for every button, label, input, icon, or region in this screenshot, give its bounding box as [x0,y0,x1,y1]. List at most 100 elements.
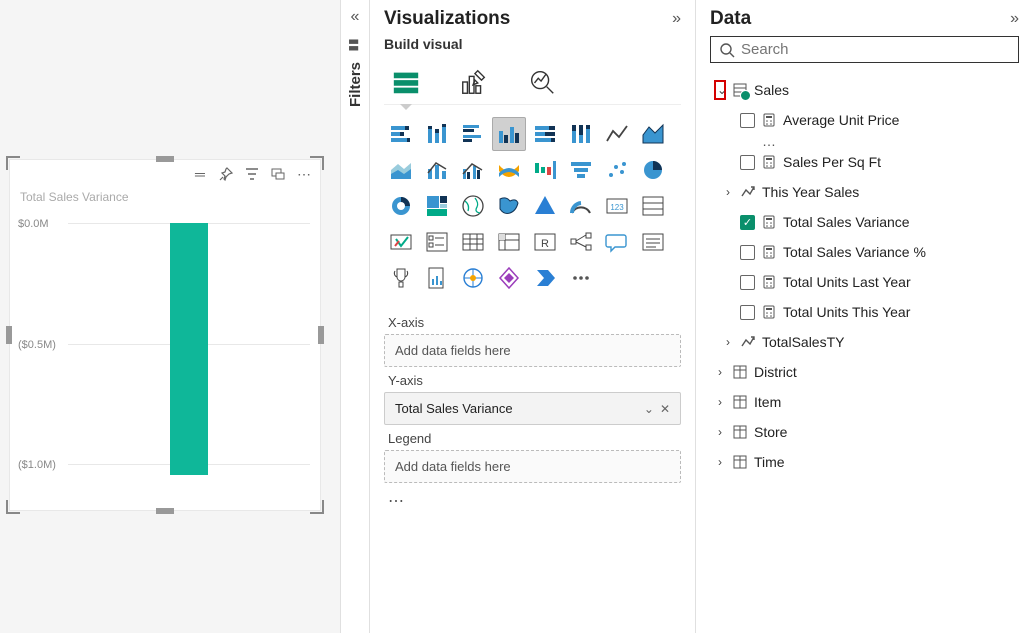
x-axis-well[interactable]: Add data fields here [384,334,681,367]
viz-arcgis[interactable] [456,261,490,295]
filter-icon[interactable] [244,166,260,182]
viz-key-influencers[interactable] [384,261,418,295]
tab-format-visual[interactable] [452,60,496,104]
field-sales-per-sqft[interactable]: Sales Per Sq Ft [710,147,1019,177]
field-total-sales-variance-pct[interactable]: Total Sales Variance % [710,237,1019,267]
expand-icon[interactable]: › [714,425,726,439]
chart-bar[interactable] [170,223,209,475]
search-box[interactable] [710,36,1019,63]
field-dropdown-icon[interactable]: ⌄ [638,402,660,416]
collapse-viz-icon[interactable]: » [672,10,681,28]
tab-build-visual[interactable] [384,60,428,104]
focus-icon[interactable] [270,166,286,182]
viz-filled-map[interactable] [492,189,526,223]
viz-qna[interactable] [600,225,634,259]
viz-clustered-bar[interactable] [456,117,490,151]
viz-donut[interactable] [384,189,418,223]
chart-visual[interactable]: ═ ⋯ Total Sales Variance $0.0M ($0.5M) (… [10,160,320,510]
viz-scatter[interactable] [600,153,634,187]
more-icon[interactable]: ⋯ [296,166,312,182]
ellipsis[interactable]: … [710,135,1019,147]
remove-field-icon[interactable]: ✕ [660,402,670,416]
checkbox[interactable] [740,245,755,260]
field-total-sales-variance[interactable]: ✓ Total Sales Variance [710,207,1019,237]
viz-r-visual[interactable]: R [528,225,562,259]
viz-line-stacked-column[interactable] [420,153,454,187]
field-total-sales-ty[interactable]: › TotalSalesTY [710,327,1019,357]
viz-slicer[interactable] [420,225,454,259]
viz-treemap[interactable] [420,189,454,223]
expand-icon[interactable]: › [714,455,726,469]
viz-kpi[interactable] [384,225,418,259]
expand-icon[interactable]: › [722,185,734,199]
viz-stacked-column[interactable] [420,117,454,151]
legend-placeholder: Add data fields here [395,459,511,474]
viz-stacked-bar[interactable] [384,117,418,151]
viz-smart-narrative[interactable] [636,225,670,259]
field-this-year-sales[interactable]: › This Year Sales [710,177,1019,207]
field-avg-unit-price[interactable]: Average Unit Price [710,105,1019,135]
viz-area[interactable] [636,117,670,151]
table-icon [732,454,748,470]
table-sales[interactable]: ⌄ Sales [710,75,1019,105]
table-icon [732,82,748,98]
checkbox-checked[interactable]: ✓ [740,215,755,230]
viz-gauge[interactable] [564,189,598,223]
expand-icon[interactable]: › [714,365,726,379]
viz-power-automate[interactable] [528,261,562,295]
resize-handle-right[interactable] [318,326,324,344]
viz-matrix[interactable] [492,225,526,259]
expand-filters-icon[interactable]: « [351,8,360,26]
viz-funnel[interactable] [564,153,598,187]
filters-label[interactable]: Filters [347,62,364,107]
more-wells-icon[interactable]: ⋯ [384,483,681,519]
field-total-units-this-year[interactable]: Total Units This Year [710,297,1019,327]
field-total-units-last-year[interactable]: Total Units Last Year [710,267,1019,297]
collapse-data-icon[interactable]: » [1010,10,1019,28]
table-time[interactable]: › Time [710,447,1019,477]
tab-analytics[interactable] [520,60,564,104]
resize-handle-tl[interactable] [6,156,20,170]
checkbox[interactable] [740,275,755,290]
viz-ribbon[interactable] [492,153,526,187]
viz-more[interactable] [564,261,598,295]
pin-icon[interactable] [218,166,234,182]
viz-stacked-area[interactable] [384,153,418,187]
viz-paginated-report[interactable] [420,261,454,295]
resize-handle-bl[interactable] [6,500,20,514]
table-store[interactable]: › Store [710,417,1019,447]
resize-handle-br[interactable] [310,500,324,514]
viz-line[interactable] [600,117,634,151]
viz-clustered-column[interactable] [492,117,526,151]
search-input[interactable] [741,41,1010,58]
table-district[interactable]: › District [710,357,1019,387]
report-canvas[interactable]: ═ ⋯ Total Sales Variance $0.0M ($0.5M) (… [0,0,340,633]
viz-100-stacked-column[interactable] [564,117,598,151]
drag-icon[interactable]: ═ [192,166,208,182]
resize-handle-bottom[interactable] [156,508,174,514]
viz-100-stacked-bar[interactable] [528,117,562,151]
viz-azure-map[interactable] [528,189,562,223]
checkbox[interactable] [740,113,755,128]
resize-handle-left[interactable] [6,326,12,344]
viz-card[interactable]: 123 [600,189,634,223]
checkbox[interactable] [740,155,755,170]
viz-table[interactable] [456,225,490,259]
resize-handle-tr[interactable] [310,156,324,170]
expand-icon[interactable]: › [714,395,726,409]
viz-map[interactable] [456,189,490,223]
resize-handle-top[interactable] [156,156,174,162]
viz-line-clustered-column[interactable] [456,153,490,187]
checkbox[interactable] [740,305,755,320]
viz-multi-row-card[interactable] [636,189,670,223]
legend-well[interactable]: Add data fields here [384,450,681,483]
expand-icon[interactable]: › [722,335,734,349]
table-item[interactable]: › Item [710,387,1019,417]
y-axis-well[interactable]: Total Sales Variance ⌄ ✕ [384,392,681,425]
viz-waterfall[interactable] [528,153,562,187]
viz-decomposition-tree[interactable] [564,225,598,259]
viz-power-apps[interactable] [492,261,526,295]
viz-pie[interactable] [636,153,670,187]
expand-sales-icon[interactable]: ⌄ [714,80,726,100]
table-label: Time [754,454,785,470]
